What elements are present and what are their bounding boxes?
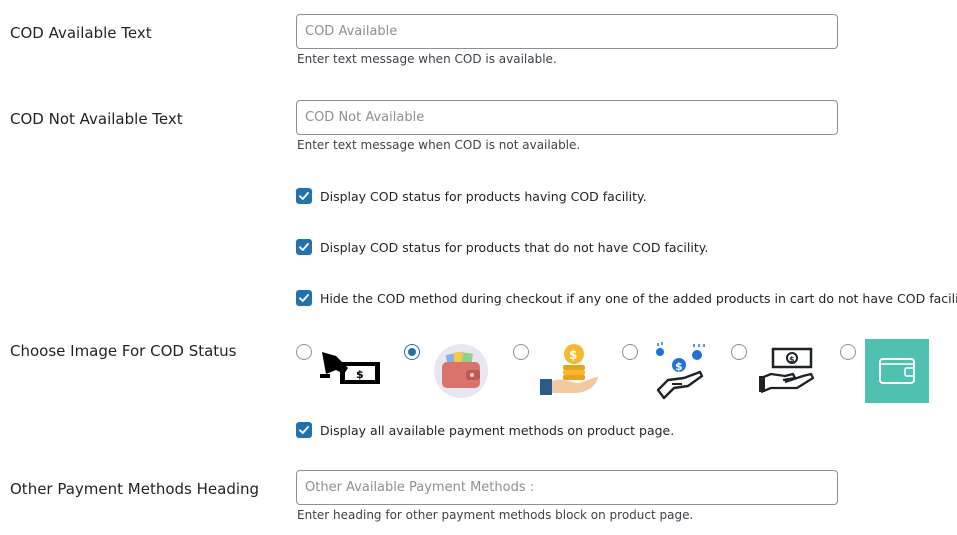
image-option-radio-4[interactable] (622, 344, 638, 360)
coins-hand-icon[interactable]: $ (538, 343, 600, 397)
other-methods-description: Enter heading for other payment methods … (297, 508, 694, 522)
image-option-radio-1[interactable] (296, 344, 312, 360)
banknote-hand-icon[interactable]: $ (757, 344, 819, 394)
checkbox-display-methods[interactable] (296, 422, 312, 438)
image-option-radio-5[interactable] (731, 344, 747, 360)
checkbox-no-cod-status[interactable] (296, 239, 312, 255)
cod-available-description: Enter text message when COD is available… (297, 52, 557, 66)
image-option-radio-2[interactable] (404, 344, 420, 360)
checkbox-row-cod-status[interactable]: Display COD status for products having C… (296, 188, 647, 204)
cod-not-available-description: Enter text message when COD is not avail… (297, 138, 581, 152)
checkbox-row-no-cod-status[interactable]: Display COD status for products that do … (296, 239, 708, 255)
wallet-icon[interactable] (432, 342, 490, 400)
image-option-radio-3[interactable] (513, 344, 529, 360)
checkbox-hide-cod-checkout-label: Hide the COD method during checkout if a… (320, 290, 957, 306)
cod-not-available-input[interactable] (296, 100, 838, 135)
svg-text:$: $ (356, 368, 364, 381)
svg-text:$: $ (789, 355, 795, 364)
checkbox-cod-status[interactable] (296, 188, 312, 204)
checkbox-row-hide-cod-checkout[interactable]: Hide the COD method during checkout if a… (296, 290, 957, 306)
choose-image-label: Choose Image For COD Status (10, 342, 237, 360)
image-option-radio-6[interactable] (840, 344, 856, 360)
checkbox-no-cod-status-label: Display COD status for products that do … (320, 239, 709, 255)
checkbox-display-methods-label: Display all available payment methods on… (320, 422, 675, 438)
cod-available-input[interactable] (296, 14, 838, 49)
cash-hand-black-icon[interactable]: $ (318, 350, 384, 388)
cod-available-label: COD Available Text (10, 24, 152, 42)
other-methods-label: Other Payment Methods Heading (10, 480, 260, 498)
other-methods-input[interactable] (296, 470, 838, 505)
checkbox-cod-status-label: Display COD status for products having C… (320, 188, 647, 204)
wallet-teal-icon[interactable] (865, 339, 929, 403)
checkbox-row-display-methods[interactable]: Display all available payment methods on… (296, 422, 674, 438)
dollar-hand-icon[interactable]: $ (654, 340, 708, 402)
svg-text:$: $ (569, 348, 577, 362)
svg-text:$: $ (675, 360, 683, 373)
checkbox-hide-cod-checkout[interactable] (296, 290, 312, 306)
cod-not-available-label: COD Not Available Text (10, 110, 183, 128)
